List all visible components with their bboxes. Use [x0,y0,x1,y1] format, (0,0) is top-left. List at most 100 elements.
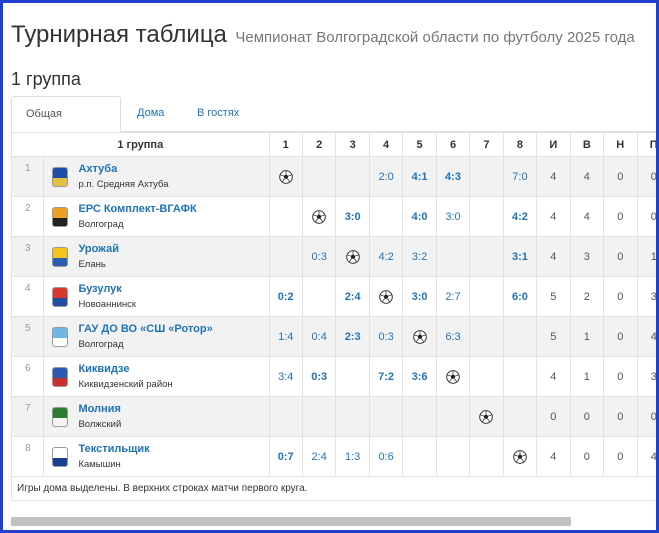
column-header-draws: Н [603,132,638,157]
match-score-cell[interactable]: 2:7 [435,276,471,317]
page-title: Турнирная таблица [11,21,227,48]
group-heading: 1 группа [11,69,81,89]
team-cell-inner: ЕРС Комплект-ВГАФК Волгоград [44,202,268,232]
match-score-cell [368,396,404,437]
column-header-match: 7 [469,132,504,157]
self-match-cell [502,436,538,477]
match-score-cell[interactable]: 3:1 [502,236,538,277]
table-header-row: 1 группа 1 2 3 4 5 6 7 8 И В Н П [11,132,656,157]
games-cell: 4 [536,156,571,197]
position-cell: 6 [10,356,45,397]
match-score-cell[interactable]: 3:2 [402,236,437,277]
match-score-cell [502,316,538,357]
soccer-ball-icon [278,169,293,184]
match-score-cell[interactable]: 0:3 [301,236,337,277]
match-score-cell[interactable]: 2:3 [335,316,370,357]
match-score-cell[interactable]: 2:4 [335,276,370,317]
team-cell-inner: Урожай Елань [44,242,268,272]
match-score-cell[interactable]: 7:2 [368,356,404,397]
team-name-link[interactable]: Текстильщик [78,442,149,457]
match-score-cell [402,396,437,437]
horizontal-scrollbar[interactable] [11,517,571,526]
team-name-link[interactable]: Ахтуба [78,162,168,177]
match-score-cell[interactable]: 6:0 [502,276,538,317]
match-score-cell[interactable]: 3:0 [335,196,370,237]
match-score-cell [268,196,303,237]
team-logo-icon [52,446,69,467]
team-city: Камышин [78,458,121,470]
soccer-ball-icon [312,209,326,224]
team-city: р.п. Средняя Ахтуба [78,178,169,190]
column-header-match: 6 [435,132,471,157]
match-score-cell[interactable]: 3:6 [402,356,437,397]
table-row: 6 Киквидзе Киквидзенский район 3:4 0:3 7:2 3:6… [10,356,656,397]
match-score-cell[interactable]: 7:0 [502,156,538,197]
team-text: Бузулук Новоаннинск [78,282,136,312]
match-score-cell[interactable]: 0:3 [368,316,404,357]
table-row: 2 ЕРС Комплект-ВГАФК Волгоград 3:0 4:0 3:0 4:2… [10,196,656,237]
match-score-cell[interactable]: 0:4 [301,316,337,357]
team-name-link[interactable]: ГАУ ДО ВО «СШ «Ротор» [78,322,212,337]
match-score-cell[interactable]: 0:2 [268,276,303,317]
draws-cell: 0 [603,316,638,357]
team-name-link[interactable]: Молния [78,402,121,417]
team-name-link[interactable]: Киквидзе [78,362,172,377]
tab-overall[interactable]: Общая таблица [11,96,121,155]
match-score-cell[interactable]: 0:3 [301,356,337,397]
match-score-cell[interactable]: 1:4 [268,316,303,357]
match-score-cell[interactable]: 4:3 [435,156,471,197]
games-cell: 4 [536,196,571,237]
table-row: 1 Ахтуба р.п. Средняя Ахтуба 2:0 4:1 4:3 7:0 4 4… [10,156,656,197]
draws-cell: 0 [603,196,638,237]
position-cell: 4 [10,276,45,317]
games-cell: 5 [536,316,571,357]
match-score-cell[interactable]: 4:0 [402,196,437,237]
games-cell: 4 [536,356,571,397]
match-score-cell[interactable]: 1:3 [335,436,370,477]
draws-cell: 0 [603,236,638,277]
losses-cell: 4 [636,436,656,477]
team-text: Текстильщик Камышин [78,442,149,472]
team-logo-icon [52,366,69,387]
match-score-cell [469,156,504,197]
match-score-cell[interactable]: 2:4 [301,436,337,477]
team-name-link[interactable]: Урожай [78,242,119,257]
team-name-link[interactable]: Бузулук [78,282,136,297]
match-score-cell [301,156,337,197]
match-score-cell[interactable]: 3:0 [435,196,471,237]
position-cell: 8 [10,436,45,477]
team-text: Урожай Елань [78,242,119,272]
team-logo-icon [52,286,69,307]
match-score-cell[interactable]: 4:1 [402,156,437,197]
match-score-cell[interactable]: 4:2 [368,236,404,277]
match-score-cell [469,196,504,237]
losses-cell: 4 [636,316,656,357]
match-score-cell[interactable]: 3:4 [268,356,303,397]
soccer-ball-icon [513,449,527,464]
tab-home[interactable]: Дома [123,96,178,132]
column-header-wins: В [569,132,605,157]
position-cell: 5 [10,316,45,357]
match-score-cell [435,396,471,437]
match-score-cell[interactable]: 0:7 [268,436,303,477]
page-frame: Турнирная таблица Чемпионат Волгоградско… [0,0,659,533]
self-match-cell [435,356,471,397]
soccer-ball-icon [379,289,393,304]
team-name-link[interactable]: ЕРС Комплект-ВГАФК [78,202,196,217]
table-row: 8 Текстильщик Камышин 0:7 2:4 1:3 0:6 4 0 0 4 [10,436,656,477]
match-score-cell[interactable]: 6:3 [435,316,471,357]
match-score-cell[interactable]: 2:0 [368,156,404,197]
self-match-cell [402,316,437,357]
match-score-cell[interactable]: 0:6 [368,436,404,477]
column-header-match: 4 [368,132,404,157]
match-score-cell[interactable]: 4:2 [502,196,538,237]
wins-cell: 2 [569,276,605,317]
match-score-cell[interactable]: 3:0 [402,276,437,317]
match-score-cell [402,436,437,477]
table-row: 4 Бузулук Новоаннинск 0:2 2:4 3:0 2:7 6:0 5 2 0 3 [10,276,656,317]
match-score-cell [301,396,337,437]
team-cell: Урожай Елань [43,236,270,277]
tab-away[interactable]: В гостях [183,96,253,132]
team-text: ЕРС Комплект-ВГАФК Волгоград [78,202,196,232]
games-cell: 5 [536,276,571,317]
